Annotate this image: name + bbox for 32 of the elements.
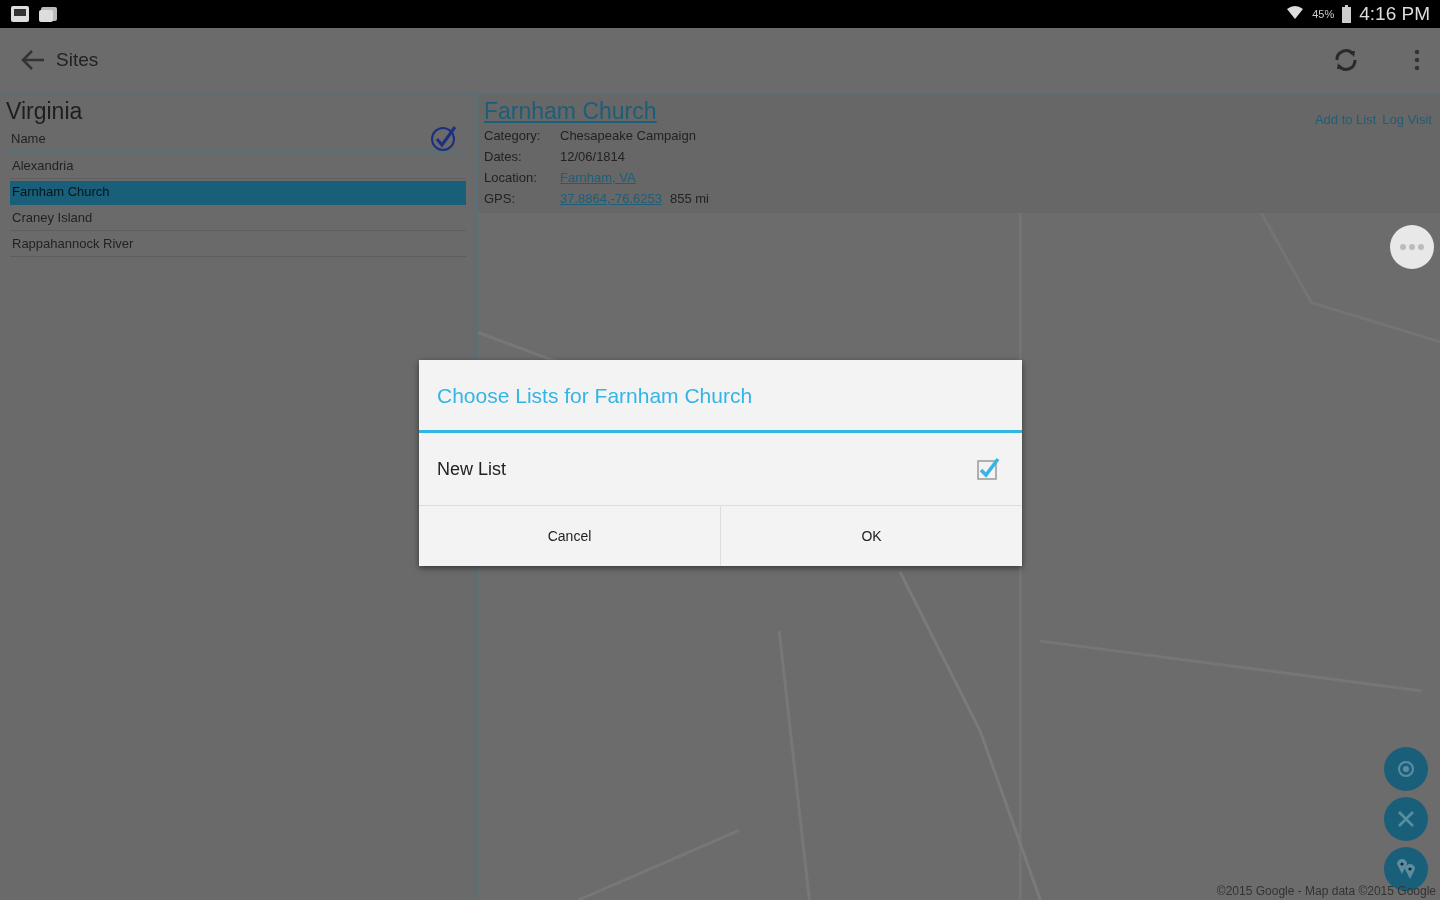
close-icon	[1397, 810, 1415, 828]
checkbox[interactable]	[976, 457, 1000, 481]
more-dots-icon	[1399, 243, 1425, 251]
site-list-item[interactable]: Craney Island	[10, 207, 466, 231]
dialog-button[interactable]: OK	[720, 506, 1022, 566]
photos-icon	[38, 5, 58, 23]
target-icon	[1396, 759, 1416, 779]
back-arrow-icon[interactable]	[20, 49, 46, 71]
field-label: Category:	[484, 128, 542, 143]
picture-icon	[10, 5, 30, 23]
app-title: Sites	[56, 49, 99, 71]
clock: 4:16 PM	[1359, 3, 1430, 25]
list-heading: Virginia	[6, 98, 84, 125]
battery-percent: 45%	[1312, 8, 1335, 20]
battery-icon	[1342, 5, 1352, 23]
map-pins-icon	[1395, 858, 1417, 880]
site-list-item[interactable]: Alexandria	[10, 155, 466, 179]
list-option-label: New List	[437, 458, 507, 480]
distance-text: 855 mi	[669, 191, 709, 206]
field-label: GPS:	[484, 191, 517, 206]
overflow-menu-icon[interactable]	[1414, 49, 1420, 71]
dialog-title: Choose Lists for Farnham Church	[419, 360, 1022, 433]
column-header: Name	[11, 130, 46, 146]
site-list-item[interactable]: Farnham Church	[10, 181, 466, 205]
map-attribution: ©2015 Google - Map data ©2015 Google	[1216, 884, 1436, 898]
field-value: 12/06/1814	[560, 149, 626, 164]
field-value: Chesapeake Campaign	[560, 128, 696, 143]
check-circle-icon[interactable]	[430, 124, 458, 152]
field-label: Dates:	[484, 149, 523, 164]
site-list-item[interactable]: Rappahannock River	[10, 233, 466, 257]
field-label: Location:	[484, 170, 538, 185]
dialog-button[interactable]: Cancel	[419, 506, 720, 566]
